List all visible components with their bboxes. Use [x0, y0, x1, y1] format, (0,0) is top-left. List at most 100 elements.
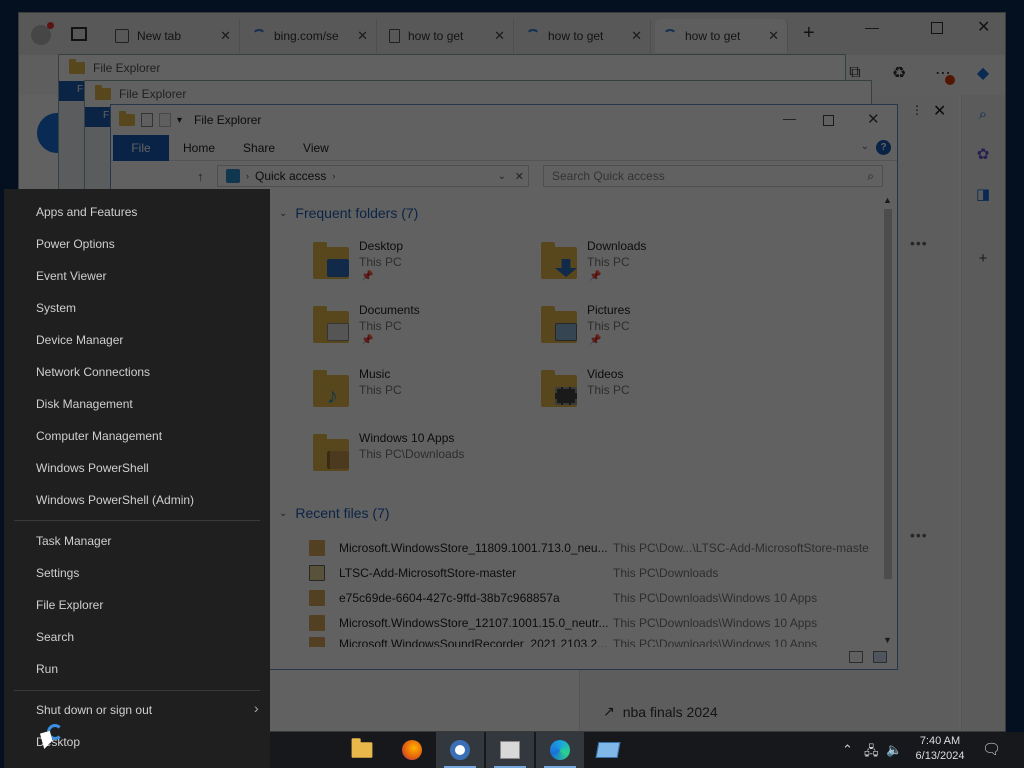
menu-item-powershell[interactable]: Windows PowerShell [36, 461, 149, 475]
customize-toolbar-icon[interactable]: ▾ [177, 115, 182, 126]
outlook-icon[interactable]: ◨ [972, 183, 994, 205]
search-icon[interactable]: ⌕ [972, 103, 994, 125]
windows10-apps-folder-icon [311, 431, 351, 471]
notification-center-icon[interactable]: 🗨 [982, 740, 1001, 758]
volume-icon[interactable]: 🔈 [886, 742, 902, 758]
vertical-scrollbar[interactable]: ▲ ▼ [881, 195, 895, 645]
menu-item-system[interactable]: System [36, 301, 76, 315]
close-window-icon[interactable]: ✕ [867, 110, 880, 128]
close-tab-icon[interactable]: ✕ [357, 28, 368, 44]
tab-actions-icon[interactable] [71, 27, 87, 41]
taskbar-file-explorer[interactable] [338, 732, 386, 768]
ribbon-tab-view[interactable]: View [289, 135, 343, 161]
menu-item-network-connections[interactable]: Network Connections [36, 365, 150, 379]
address-dropdown-icon[interactable]: ⌄ [498, 171, 506, 182]
trending-search-link[interactable]: ↗ nba finals 2024 [603, 703, 718, 720]
menu-item-file-explorer[interactable]: File Explorer [36, 598, 103, 612]
network-icon[interactable]: 🖧 [864, 742, 879, 764]
window-titlebar: File Explorer [59, 55, 845, 81]
folder-item[interactable]: Downloads This PC 📌 [539, 239, 769, 297]
minimize-icon[interactable]: — [865, 19, 879, 35]
browser-tab[interactable]: New tab ✕ [107, 19, 240, 53]
recent-files-header[interactable]: ⌄ Recent files (7) [279, 505, 390, 521]
ribbon-tab-file[interactable]: File [113, 134, 169, 161]
close-panel-icon[interactable]: ✕ [933, 101, 946, 121]
menu-item-run[interactable]: Run [36, 662, 58, 676]
folder-item[interactable]: Videos This PC [539, 367, 769, 425]
menu-item-shutdown[interactable]: Shut down or sign out [36, 703, 152, 717]
minimize-icon[interactable]: — [783, 111, 796, 126]
close-window-icon[interactable]: ✕ [977, 17, 990, 37]
browser-tab[interactable]: how to get ✕ [381, 19, 514, 53]
menu-item-settings[interactable]: Settings [36, 566, 79, 580]
panel-menu-icon[interactable]: ⋮ [911, 103, 923, 117]
large-icons-view-icon[interactable] [873, 651, 887, 663]
maximize-icon[interactable] [931, 22, 943, 34]
clear-address-icon[interactable]: ✕ [515, 170, 524, 183]
menu-item-apps-features[interactable]: Apps and Features [36, 205, 137, 219]
menu-item-device-manager[interactable]: Device Manager [36, 333, 123, 347]
ribbon-tab-home[interactable]: Home [169, 135, 229, 161]
recent-file-row[interactable]: LTSC-Add-MicrosoftStore-master This PC\D… [309, 562, 869, 584]
new-tab-button[interactable]: + [803, 22, 815, 45]
properties-icon[interactable] [141, 113, 153, 127]
menu-item-disk-management[interactable]: Disk Management [36, 397, 133, 411]
close-tab-icon[interactable]: ✕ [631, 28, 642, 44]
help-icon[interactable]: ? [876, 140, 891, 155]
more-icon[interactable]: ••• [910, 527, 928, 543]
chrome-icon [450, 740, 470, 760]
menu-item-event-viewer[interactable]: Event Viewer [36, 269, 106, 283]
folder-item[interactable]: Desktop This PC 📌 [311, 239, 541, 297]
browser-tab[interactable]: bing.com/se ✕ [244, 19, 377, 53]
taskbar-remote-desktop[interactable] [584, 732, 632, 768]
recent-file-row[interactable]: Microsoft.WindowsStore_11809.1001.713.0_… [309, 537, 869, 559]
taskbar-chrome[interactable] [436, 732, 484, 768]
scroll-thumb[interactable] [884, 209, 892, 579]
browser-tab[interactable]: how to get ✕ [518, 19, 651, 53]
frequent-folders-header[interactable]: ⌄ Frequent folders (7) [279, 205, 418, 221]
folder-item[interactable]: Documents This PC 📌 [311, 303, 541, 361]
close-tab-icon[interactable]: ✕ [220, 28, 231, 44]
folder-item[interactable]: ♪ Music This PC [311, 367, 541, 425]
recent-file-row[interactable]: Microsoft.WindowsStore_12107.1001.15.0_n… [309, 612, 869, 634]
details-view-icon[interactable] [849, 651, 863, 663]
menu-item-search[interactable]: Search [36, 630, 74, 644]
browser-tab-title: New tab [137, 29, 182, 43]
up-arrow-icon[interactable]: ↑ [197, 169, 204, 184]
system-clock[interactable]: 7:40 AM 6/13/2024 [910, 734, 970, 764]
more-options-icon[interactable]: ⋯ [931, 61, 955, 85]
ribbon-tab-share[interactable]: Share [229, 135, 289, 161]
search-box[interactable]: Search Quick access ⌕ [543, 165, 883, 187]
copilot-icon[interactable]: ◆ [971, 61, 995, 85]
profile-icon[interactable] [31, 22, 54, 45]
copilot-side-icon[interactable]: ✿ [972, 143, 994, 165]
scroll-down-icon[interactable]: ▼ [883, 635, 892, 645]
taskbar-edge[interactable] [536, 732, 584, 768]
maximize-icon[interactable] [823, 115, 834, 126]
breadcrumb-chevron-icon: › [332, 171, 336, 181]
browser-tab-active[interactable]: how to get ✕ [655, 19, 788, 53]
taskbar-package[interactable] [486, 732, 534, 768]
menu-item-power-options[interactable]: Power Options [36, 237, 115, 251]
address-bar[interactable]: › Quick access › ⌄ ✕ [217, 165, 529, 187]
menu-item-computer-management[interactable]: Computer Management [36, 429, 162, 443]
new-folder-icon[interactable] [159, 113, 171, 127]
taskbar-firefox[interactable] [388, 732, 436, 768]
pin-icon: 📌 [361, 335, 374, 346]
menu-item-powershell-admin[interactable]: Windows PowerShell (Admin) [36, 493, 194, 507]
search-placeholder: Search Quick access [552, 169, 665, 183]
menu-item-task-manager[interactable]: Task Manager [36, 534, 111, 548]
scroll-up-icon[interactable]: ▲ [883, 195, 892, 205]
add-app-icon[interactable]: + [972, 247, 994, 269]
recent-file-row[interactable]: e75c69de-6604-427c-9ffd-38b7c968857a Thi… [309, 587, 869, 609]
show-hidden-icons-icon[interactable]: ⌃ [842, 742, 853, 758]
folder-item[interactable]: Pictures This PC 📌 [539, 303, 769, 361]
close-tab-icon[interactable]: ✕ [768, 28, 779, 44]
folder-item[interactable]: Windows 10 Apps This PC\Downloads [311, 431, 541, 489]
more-icon[interactable]: ••• [910, 235, 928, 251]
expand-ribbon-icon[interactable]: ⌄ [861, 141, 869, 152]
extensions-icon[interactable]: ♻ [887, 61, 911, 85]
recent-file-row[interactable]: Microsoft.WindowsSoundRecorder_2021.2103… [309, 637, 869, 647]
close-tab-icon[interactable]: ✕ [494, 28, 505, 44]
page-icon [389, 29, 400, 43]
